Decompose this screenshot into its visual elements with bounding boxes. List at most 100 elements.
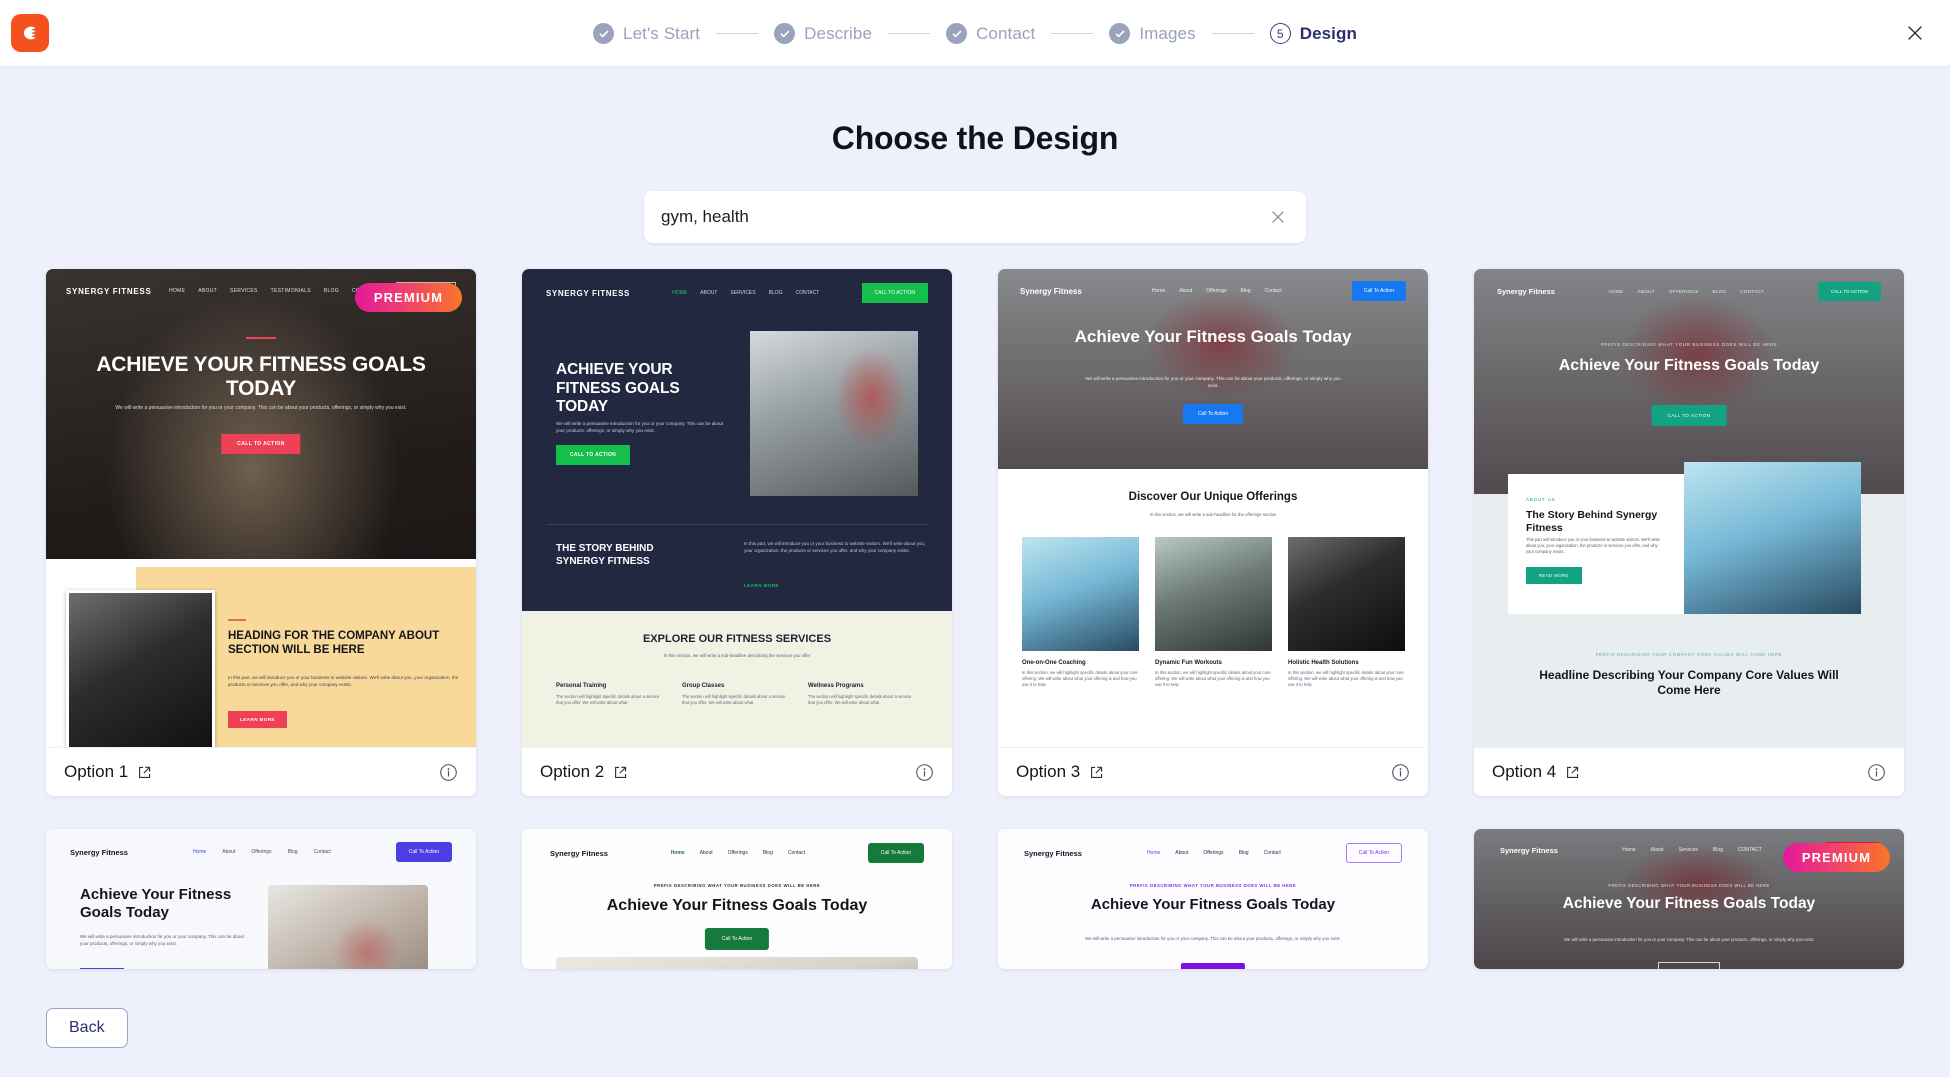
site-nav-item: BLOG bbox=[768, 290, 783, 296]
mini-site-option-5: Synergy Fitness Home About Offerings Blo… bbox=[46, 829, 476, 969]
mini-site-option-6: Synergy Fitness Home About Offerings Blo… bbox=[522, 829, 952, 969]
info-icon[interactable] bbox=[915, 763, 934, 782]
site-nav-item: ABOUT bbox=[700, 290, 718, 296]
site-nav-item: Blog bbox=[1240, 288, 1251, 294]
step-label: Describe bbox=[804, 23, 873, 43]
site-brand: Synergy Fitness bbox=[1020, 286, 1082, 296]
site-hero-title: Achieve Your Fitness Goals Today bbox=[1562, 895, 1816, 912]
step-connector bbox=[888, 32, 931, 35]
back-button[interactable]: Back bbox=[46, 1008, 128, 1048]
design-preview-thumbnail: Synergy Fitness Home About Offerings Blo… bbox=[522, 829, 952, 969]
site-story-title: THE STORY BEHIND SYNERGY FITNESS bbox=[556, 543, 654, 567]
step-label: Images bbox=[1139, 23, 1196, 43]
site-hero-title: Achieve Your Fitness Goals Today bbox=[80, 886, 232, 922]
site-nav-item: HOME bbox=[169, 288, 186, 294]
step-label: Contact bbox=[976, 23, 1036, 43]
site-nav-item: CONTACT bbox=[1737, 847, 1762, 853]
site-service-body: The section will highlight specific deta… bbox=[556, 694, 660, 706]
card-footer: Option 4 bbox=[1474, 747, 1904, 796]
check-icon bbox=[1109, 23, 1131, 44]
step-connector bbox=[1211, 32, 1254, 35]
page-title: Choose the Design bbox=[831, 120, 1119, 156]
step-label: Design bbox=[1299, 23, 1357, 43]
site-hero-body: We will write a persuasive introduction … bbox=[556, 421, 724, 433]
site-brand: SYNERGY FITNESS bbox=[66, 286, 152, 296]
site-hero-prefix: PREFIX DESCRIBING WHAT YOUR BUSINESS DOE… bbox=[1600, 342, 1778, 347]
design-card-option-6[interactable]: Synergy Fitness Home About Offerings Blo… bbox=[522, 829, 952, 969]
site-nav-item: About bbox=[1175, 850, 1189, 856]
design-card-option-1[interactable]: PREMIUM SYNERGY FITNESS HOME ABOUT SERVI… bbox=[46, 269, 476, 796]
info-icon[interactable] bbox=[1867, 763, 1886, 782]
site-hero-prefix: PREFIX DESCRIBING WHAT YOUR BUSINESS DOE… bbox=[1608, 883, 1770, 888]
design-preview-thumbnail: Synergy Fitness Home About Offerings Blo… bbox=[46, 829, 476, 969]
site-hero-title: Achieve Your Fitness Goals Today bbox=[1558, 357, 1820, 374]
site-services-sub: In this section, we will write a sub-hea… bbox=[663, 653, 811, 658]
clear-search-icon[interactable] bbox=[1267, 206, 1289, 228]
site-hero-cta: CALL TO ACTION bbox=[1651, 405, 1727, 426]
premium-badge: PREMIUM bbox=[1782, 843, 1890, 872]
site-nav-cta: Call To Action bbox=[1351, 281, 1406, 301]
step-describe[interactable]: Describe bbox=[774, 23, 872, 44]
site-nav-cta: CALL TO ACTION bbox=[1817, 282, 1881, 301]
wizard-stepper: Let's Start Describe Contact Images 5 De… bbox=[0, 0, 1950, 67]
external-link-icon[interactable] bbox=[137, 765, 152, 780]
close-icon[interactable] bbox=[1898, 16, 1932, 50]
design-card-option-8[interactable]: PREMIUM Synergy Fitness Home About Servi… bbox=[1474, 829, 1904, 969]
site-brand: Synergy Fitness bbox=[70, 847, 128, 857]
step-lets-start[interactable]: Let's Start bbox=[593, 23, 700, 44]
card-footer: Option 2 bbox=[522, 747, 952, 796]
site-nav-item: SERVICES bbox=[730, 290, 756, 296]
site-offering-name: Holistic Health Solutions bbox=[1288, 660, 1359, 666]
site-nav-item: Offerings bbox=[1203, 850, 1224, 856]
external-link-icon[interactable] bbox=[1565, 765, 1580, 780]
search-box[interactable] bbox=[644, 191, 1306, 243]
search-input[interactable] bbox=[661, 207, 1267, 227]
external-link-icon[interactable] bbox=[613, 765, 628, 780]
mini-site-option-1: SYNERGY FITNESS HOME ABOUT SERVICES TEST… bbox=[46, 269, 476, 747]
site-nav-item: SERVICES bbox=[230, 288, 258, 294]
design-card-option-4[interactable]: Synergy Fitness HOME ABOUT OFFERINGS BLO… bbox=[1474, 269, 1904, 796]
site-nav-item: Blog bbox=[287, 849, 298, 855]
design-card-option-7[interactable]: Synergy Fitness Home About Offerings Blo… bbox=[998, 829, 1428, 969]
site-about-body: In this part, we will introduce you or y… bbox=[228, 675, 459, 687]
external-link-icon[interactable] bbox=[1089, 765, 1104, 780]
site-nav-item: Blog bbox=[1712, 847, 1723, 853]
info-icon[interactable] bbox=[1391, 763, 1410, 782]
site-offering-name: Dynamic Fun Workouts bbox=[1155, 660, 1222, 666]
site-offering-body: In this section, we will highlight speci… bbox=[1022, 670, 1138, 688]
site-nav-item: Home bbox=[1622, 847, 1636, 853]
design-card-option-3[interactable]: Synergy Fitness Home About Offerings Blo… bbox=[998, 269, 1428, 796]
design-card-option-2[interactable]: SYNERGY FITNESS HOME ABOUT SERVICES BLOG… bbox=[522, 269, 952, 796]
site-about-eyebrow: ABOUT US bbox=[1526, 497, 1556, 502]
site-about-title: HEADING FOR THE COMPANY ABOUT SECTION WI… bbox=[228, 630, 440, 657]
design-preview-thumbnail: Synergy Fitness Home About Offerings Blo… bbox=[998, 269, 1428, 747]
step-number: 5 bbox=[1269, 23, 1291, 44]
design-preview-thumbnail: Synergy Fitness HOME ABOUT OFFERINGS BLO… bbox=[1474, 269, 1904, 747]
site-hero-title: Achieve Your Fitness Goals Today bbox=[1074, 327, 1352, 346]
site-hero-title: Achieve Your Fitness Goals Today bbox=[1090, 896, 1336, 913]
step-contact[interactable]: Contact bbox=[946, 23, 1035, 44]
site-hero-title: ACHIEVE YOUR FITNESS GOALS TODAY bbox=[96, 353, 426, 401]
site-hero-cta: Call To Action bbox=[704, 928, 770, 950]
site-nav-item: Services bbox=[1678, 847, 1698, 853]
mini-site-option-7: Synergy Fitness Home About Offerings Blo… bbox=[998, 829, 1428, 969]
check-icon bbox=[946, 23, 968, 44]
site-nav-item: HOME bbox=[1608, 289, 1624, 294]
site-nav-item: About bbox=[699, 850, 713, 856]
option-label: Option 1 bbox=[64, 762, 129, 781]
option-label: Option 4 bbox=[1492, 762, 1557, 781]
site-nav-item: Contact bbox=[787, 850, 806, 856]
design-preview-thumbnail: Synergy Fitness Home About Offerings Blo… bbox=[998, 829, 1428, 969]
site-nav-item: Home bbox=[1146, 850, 1161, 856]
design-card-option-5[interactable]: Synergy Fitness Home About Offerings Blo… bbox=[46, 829, 476, 969]
premium-badge: PREMIUM bbox=[354, 283, 462, 312]
step-images[interactable]: Images bbox=[1109, 23, 1196, 44]
info-icon[interactable] bbox=[439, 763, 458, 782]
step-design[interactable]: 5 Design bbox=[1269, 23, 1357, 44]
card-footer: Option 1 bbox=[46, 747, 476, 796]
site-about-title: The Story Behind Synergy Fitness bbox=[1526, 509, 1658, 535]
site-nav-item: HOME bbox=[672, 290, 688, 296]
site-story-body: In this part, we will introduce you or y… bbox=[744, 541, 926, 553]
site-nav-item: Offerings bbox=[727, 850, 748, 856]
design-options-grid: PREMIUM SYNERGY FITNESS HOME ABOUT SERVI… bbox=[46, 269, 1904, 969]
